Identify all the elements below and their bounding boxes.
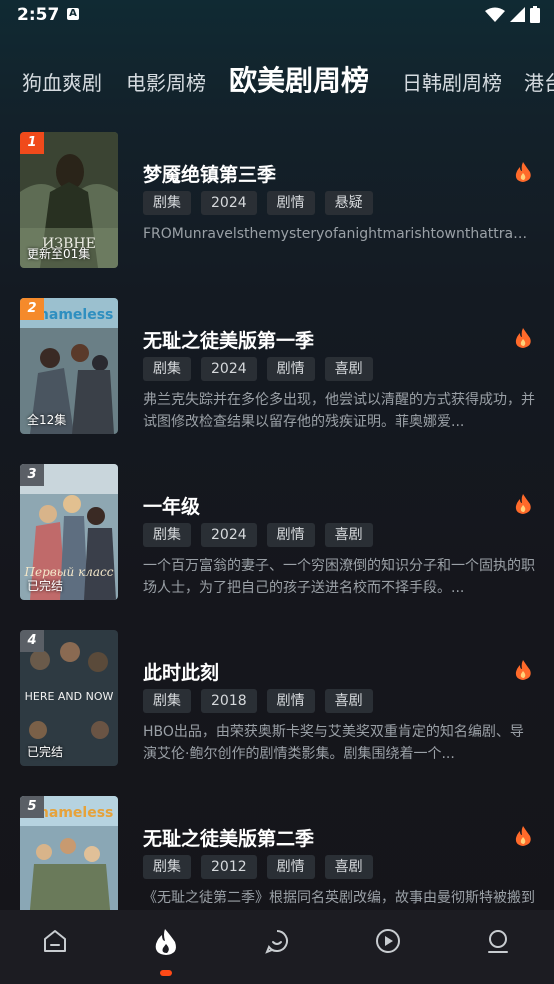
battery-icon [530,6,540,23]
tag: 喜剧 [324,855,373,879]
chat-icon [265,930,288,954]
status-bar: 2:57 A [0,0,554,30]
item-title[interactable]: 无耻之徒美版第二季 [143,824,314,851]
status-icons [485,6,540,23]
ranking-list: ИЗВНЕ 1 更新至01集 梦魇绝镇第三季 剧集 2024 剧情 悬疑 FRO… [0,132,554,910]
tag: 剧集 [143,523,191,547]
item-title[interactable]: 梦魇绝镇第三季 [143,160,276,187]
tag-list: 剧集 2012 剧情 喜剧 [143,855,373,879]
poster[interactable]: ИЗВНЕ 1 更新至01集 [20,132,118,268]
tag-list: 剧集 2024 剧情 喜剧 [143,523,373,547]
list-item[interactable]: ИЗВНЕ 1 更新至01集 梦魇绝镇第三季 剧集 2024 剧情 悬疑 FRO… [0,132,554,270]
signal-icon [510,6,525,22]
tag: 剧情 [266,191,315,215]
list-item[interactable]: shameless 2 全12集 无耻之徒美版第一季 剧集 2024 剧情 喜剧… [0,298,554,436]
tag: 喜剧 [324,357,373,381]
tag: 2024 [201,523,257,547]
fire-icon [515,494,531,514]
item-description: 一个百万富翁的妻子、一个穷困潦倒的知识分子和一个固执的职场人士，为了把自己的孩子… [143,558,535,596]
poster[interactable]: Первый класс 3 已完结 [20,464,118,600]
tag-list: 剧集 2024 剧情 喜剧 [143,357,373,381]
home-icon [44,930,66,952]
rank-badge: 5 [20,796,44,818]
tag: 悬疑 [324,191,373,215]
list-item[interactable]: shameless 5 无耻之徒美版第二季 剧集 2012 剧情 喜剧 《无耻之… [0,796,554,910]
poster[interactable]: HERE AND NOW 4 已完结 [20,630,118,766]
rank-badge: 1 [20,132,44,154]
episode-status: 已完结 [27,579,64,593]
tag: 剧情 [266,689,315,713]
tag: 喜剧 [324,689,373,713]
item-description: 弗兰克失踪并在多伦多出现，他尝试以清醒的方式获得成功，并试图修改检查结果以留存他… [143,392,535,430]
profile-icon [488,930,508,953]
item-title[interactable]: 无耻之徒美版第一季 [143,326,314,353]
nav-chat[interactable] [257,928,297,968]
tab-dog-blood-drama[interactable]: 狗血爽剧 [22,67,102,96]
nav-video[interactable] [368,928,408,968]
item-title[interactable]: 一年级 [143,492,200,519]
rank-badge: 3 [20,464,44,486]
item-description: FROMunravelsthemysteryofanightmarishtown… [143,226,535,242]
tab-movie-weekly[interactable]: 电影周榜 [126,67,206,96]
tab-jk-drama-weekly[interactable]: 日韩剧周榜 [402,67,502,96]
play-icon [376,929,400,953]
tag: 剧集 [143,357,191,381]
tag: 2024 [201,357,257,381]
list-item[interactable]: HERE AND NOW 4 已完结 此时此刻 剧集 2018 剧情 喜剧 HB… [0,630,554,768]
poster[interactable]: shameless 2 全12集 [20,298,118,434]
fire-icon [515,826,531,846]
list-item[interactable]: Первый класс 3 已完结 一年级 剧集 2024 剧情 喜剧 一个百… [0,464,554,602]
fire-icon [515,660,531,680]
active-indicator [160,970,172,976]
category-tabs: 狗血爽剧 电影周榜 欧美剧周榜 日韩剧周榜 港台 [0,55,554,105]
tag: 2018 [201,689,257,713]
tab-western-drama-weekly[interactable]: 欧美剧周榜 [229,59,369,99]
tab-hk-tw[interactable]: 港台 [524,67,554,96]
episode-status: 已完结 [27,745,64,759]
poster-title: HERE AND NOW [25,690,114,703]
rank-badge: 4 [20,630,44,652]
episode-status: 全12集 [27,413,67,427]
tag: 剧集 [143,191,191,215]
nav-hot[interactable] [146,928,186,968]
fire-icon [515,162,531,182]
nav-profile[interactable] [478,928,518,968]
tag: 剧情 [266,855,315,879]
poster[interactable]: shameless 5 [20,796,118,910]
notification-a-icon: A [67,8,79,20]
tag: 2024 [201,191,257,215]
status-time: 2:57 [17,5,60,25]
item-title[interactable]: 此时此刻 [143,658,219,685]
nav-home[interactable] [35,928,75,968]
episode-status: 更新至01集 [27,247,91,261]
tag-list: 剧集 2018 剧情 喜剧 [143,689,373,713]
tag: 剧集 [143,689,191,713]
fire-icon [515,328,531,348]
rank-badge: 2 [20,298,44,320]
tag: 剧情 [266,523,315,547]
tag: 2012 [201,855,257,879]
tag: 喜剧 [324,523,373,547]
item-description: 《无耻之徒第二季》根据同名英剧改编，故事由曼彻斯特被搬到了风城芝加哥，在经济萧条… [143,890,535,906]
tag-list: 剧集 2024 剧情 悬疑 [143,191,373,215]
wifi-icon [485,7,505,22]
tag: 剧集 [143,855,191,879]
item-description: HBO出品，由荣获奥斯卡奖与艾美奖双重肯定的知名编剧、导演艾伦·鲍尔创作的剧情类… [143,724,524,762]
fire-icon [155,929,176,955]
bottom-nav [0,910,554,984]
tag: 剧情 [266,357,315,381]
